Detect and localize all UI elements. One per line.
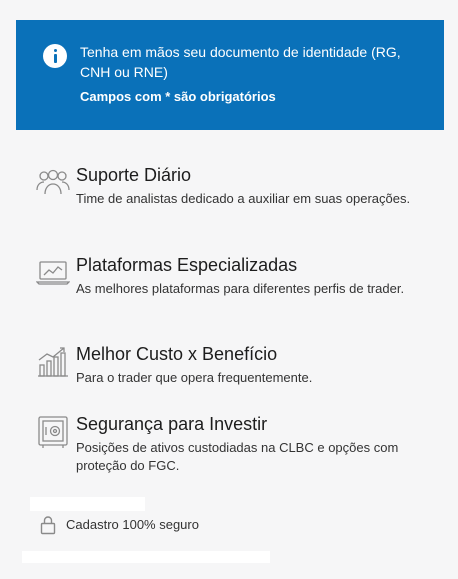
secure-label: Cadastro 100% seguro bbox=[66, 517, 199, 532]
banner-message: Tenha em mãos seu documento de identidad… bbox=[80, 44, 401, 80]
laptop-chart-icon bbox=[36, 261, 70, 285]
divider bbox=[30, 497, 145, 511]
feature-title: Melhor Custo x Benefício bbox=[76, 344, 278, 364]
feature-description: As melhores plataformas para diferentes … bbox=[76, 281, 405, 296]
lock-icon bbox=[40, 516, 56, 535]
info-icon bbox=[43, 44, 67, 68]
feature-title: Suporte Diário bbox=[76, 165, 192, 185]
info-banner: Tenha em mãos seu documento de identidad… bbox=[16, 20, 444, 130]
feature-title: Segurança para Investir bbox=[76, 414, 268, 434]
feature-cost-benefit: Melhor Custo x Benefício Para o trader q… bbox=[36, 343, 436, 388]
feature-description: Posições de ativos custodiadas na CLBC e… bbox=[76, 440, 399, 473]
safe-icon bbox=[38, 416, 68, 448]
feature-description: Time de analistas dedicado a auxiliar em… bbox=[76, 191, 411, 206]
divider bbox=[22, 551, 270, 563]
feature-support: Suporte Diário Time de analistas dedicad… bbox=[36, 164, 436, 224]
users-icon bbox=[36, 169, 70, 195]
bar-chart-up-icon bbox=[38, 347, 68, 377]
feature-description: Para o trader que opera frequentemente. bbox=[76, 370, 313, 385]
feature-title: Plataformas Especializadas bbox=[76, 255, 298, 275]
feature-security: Segurança para Investir Posições de ativ… bbox=[36, 413, 436, 475]
required-fields-note: Campos com * são obrigatórios bbox=[80, 89, 276, 104]
feature-platforms: Plataformas Especializadas As melhores p… bbox=[36, 254, 436, 314]
